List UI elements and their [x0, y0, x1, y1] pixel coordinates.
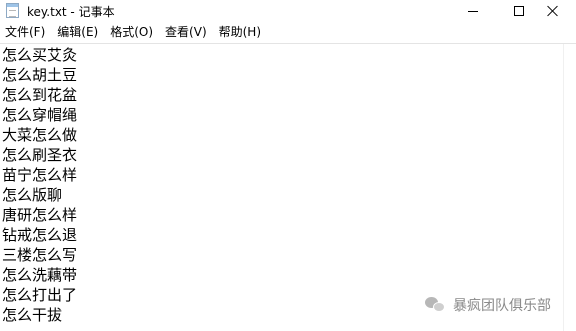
text-line: 怎么洗藕带: [2, 266, 78, 284]
maximize-icon: [514, 6, 524, 16]
vertical-scrollbar[interactable]: [563, 44, 576, 331]
window-title: key.txt - 记事本: [27, 5, 115, 19]
text-line: 怎么干拔: [2, 306, 63, 324]
minimize-button[interactable]: [450, 0, 496, 22]
close-icon: [547, 5, 559, 17]
minimize-icon: [468, 10, 478, 12]
close-button[interactable]: [530, 0, 576, 22]
text-line: 怎么买艾灸: [2, 46, 78, 64]
text-line: 怎么刷圣衣: [2, 146, 78, 164]
menu-bar: 文件(F) 编辑(E) 格式(O) 查看(V) 帮助(H): [0, 22, 576, 43]
text-line: 怎么胡土豆: [2, 66, 78, 84]
menu-edit[interactable]: 编辑(E): [51, 22, 104, 43]
text-line: 三楼怎么写: [2, 246, 78, 264]
text-line: 怎么穿帽绳: [2, 106, 78, 124]
watermark-text: 暴疯团队俱乐部: [453, 298, 551, 314]
text-line: 怎么打出了: [2, 286, 78, 304]
text-line: 钻戒怎么退: [2, 226, 78, 244]
menu-help[interactable]: 帮助(H): [213, 22, 267, 43]
text-line: 大菜怎么做: [2, 126, 78, 144]
text-line: 唐研怎么样: [2, 206, 78, 224]
menu-file[interactable]: 文件(F): [0, 22, 51, 43]
menu-view[interactable]: 查看(V): [159, 22, 213, 43]
wechat-icon: [425, 296, 447, 314]
notepad-icon: [6, 3, 19, 18]
menu-format[interactable]: 格式(O): [104, 22, 159, 43]
text-line: 怎么版聊: [2, 186, 63, 204]
text-editor[interactable]: 怎么买艾灸 怎么胡土豆 怎么到花盆 怎么穿帽绳 大菜怎么做 怎么刷圣衣 苗宁怎么…: [0, 44, 563, 331]
title-bar: key.txt - 记事本: [0, 0, 576, 22]
text-line: 怎么到花盆: [2, 86, 78, 104]
watermark: 暴疯团队俱乐部: [425, 295, 551, 315]
text-line: 苗宁怎么样: [2, 166, 78, 184]
